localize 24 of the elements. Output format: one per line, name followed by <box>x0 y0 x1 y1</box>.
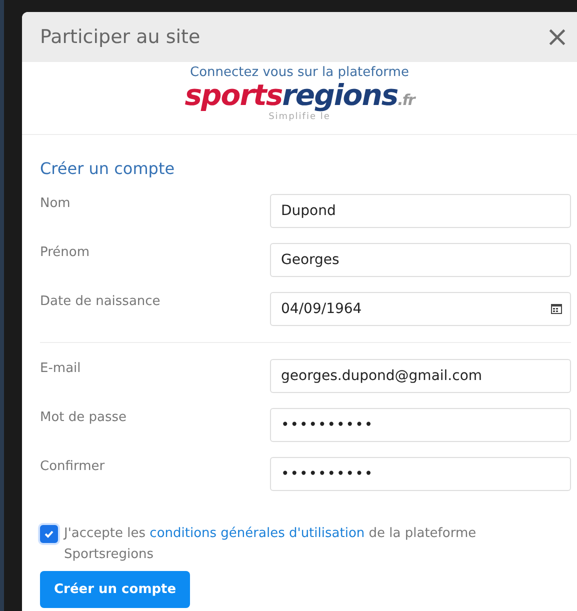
terms-text: J'accepte les conditions générales d'utilisation de la plateforme Sportsregions <box>64 524 478 564</box>
password-field[interactable]: •••••••••• <box>270 456 571 491</box>
create-account-button[interactable]: Créer un compte <box>40 571 190 608</box>
field-label: Date de naissance <box>40 292 160 309</box>
section-heading: Créer un compte <box>40 158 176 178</box>
close-button[interactable]: × <box>542 23 573 51</box>
logo-tagline: Simplifie le <box>268 112 330 122</box>
dialog-title: Participer au site <box>40 26 200 48</box>
calendar-icon[interactable] <box>551 303 562 314</box>
terms-link[interactable]: conditions générales d'utilisation <box>150 526 365 541</box>
checkbox[interactable] <box>40 524 58 543</box>
intro-text: Connectez vous sur la plateforme <box>190 65 409 80</box>
input-field[interactable]: Dupond <box>270 194 571 228</box>
field-label: Prénom <box>40 244 90 260</box>
field-label: Nom <box>40 194 70 211</box>
date-field[interactable]: 04/09/1964 <box>270 292 571 326</box>
field-label: Mot de passe <box>40 408 127 425</box>
field-label: Confirmer <box>40 458 105 474</box>
field-label: E-mail <box>40 360 81 376</box>
input-field[interactable]: georges.dupond@gmail.com <box>270 358 571 393</box>
logo: sportsregions.fr <box>184 80 414 112</box>
password-field[interactable]: •••••••••• <box>270 408 571 442</box>
checkmark-icon <box>44 528 54 539</box>
input-field[interactable]: Georges <box>270 242 571 277</box>
